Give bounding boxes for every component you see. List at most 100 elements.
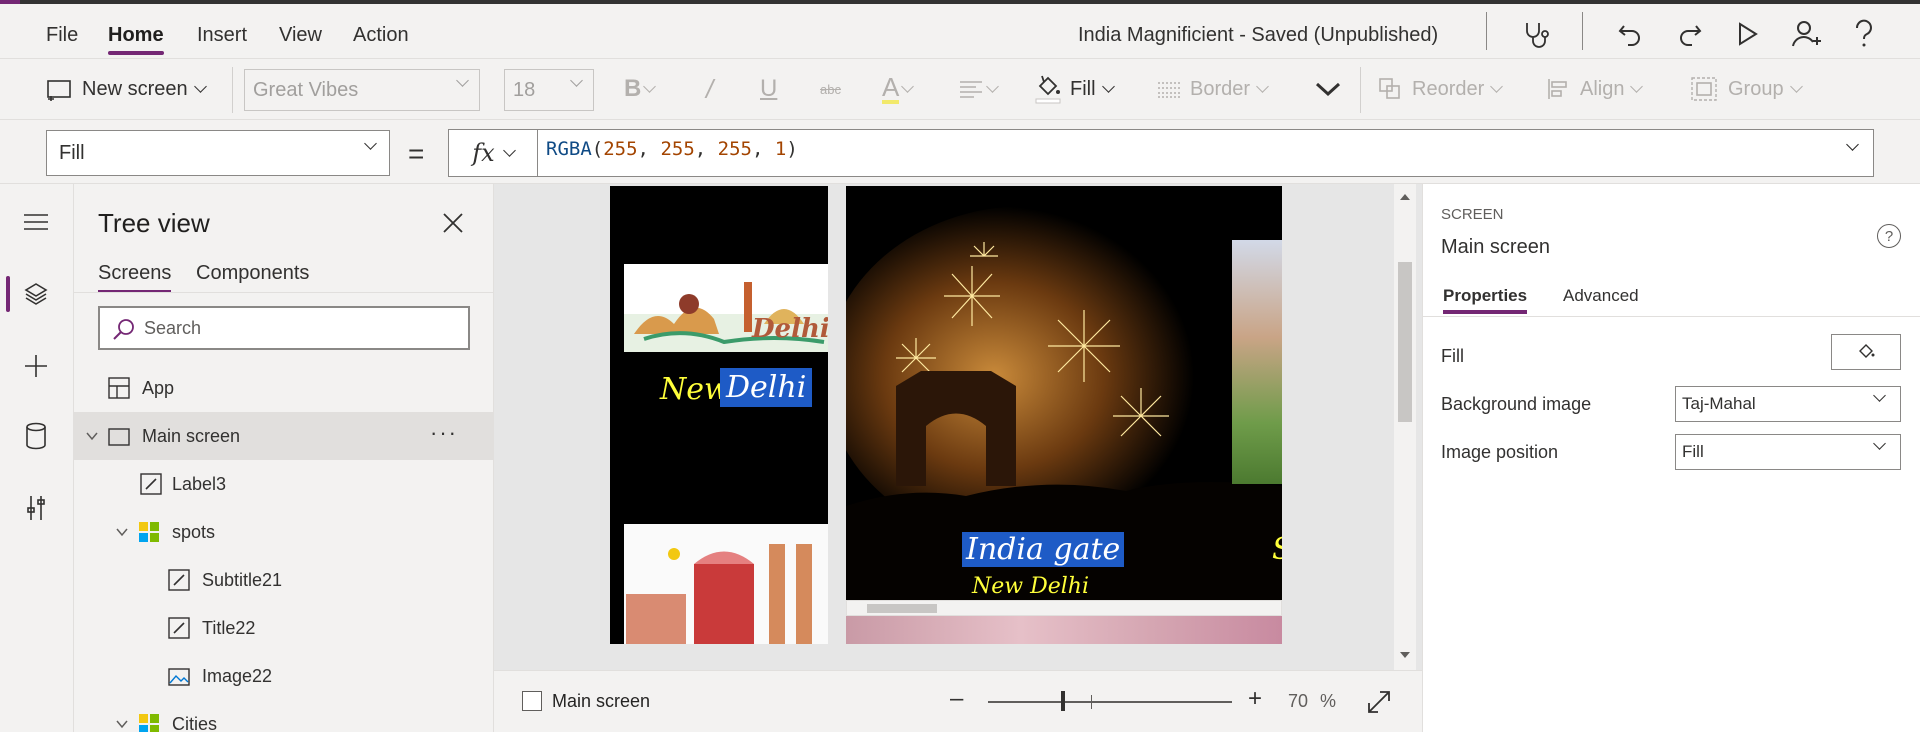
tab-properties[interactable]: Properties [1443,286,1528,314]
menu-file[interactable]: File [46,24,78,47]
font-size-select[interactable]: 18 [504,69,594,111]
expand-ribbon-button[interactable] [1314,59,1342,119]
chevron-down-icon [193,79,207,93]
scroll-down-icon[interactable] [1394,648,1416,662]
italic-button[interactable]: / [706,59,713,119]
font-size-value: 18 [513,78,536,101]
undo-icon[interactable] [1612,16,1648,52]
fill-button[interactable]: Fill [1034,59,1115,119]
caption-india-gate[interactable]: India gate [962,532,1125,567]
menu-action[interactable]: Action [353,24,409,47]
zoom-in-button[interactable]: + [1248,685,1262,713]
chevron-down-icon[interactable] [116,526,128,538]
tab-components[interactable]: Components [196,262,309,285]
taj-mahal-preview[interactable] [846,616,1282,644]
align-button[interactable]: Align [1546,59,1644,119]
formula-bar: Fill = fx RGBA(255, 255, 255, 1) [0,120,1920,184]
image-position-label: Image position [1441,442,1559,462]
scroll-up-icon[interactable] [1394,190,1416,204]
search-icon [113,319,134,340]
close-icon[interactable] [438,208,468,238]
help-icon[interactable] [1846,16,1882,52]
data-cylinder-icon[interactable] [16,416,56,456]
left-rail [0,184,74,732]
property-select[interactable]: Fill [46,130,390,176]
menu-home[interactable]: Home [108,24,164,55]
help-icon[interactable]: ? [1877,224,1901,248]
formula-arg: 255 [660,138,695,160]
divider [74,292,493,293]
formula-arg: 255 [717,138,752,160]
tab-screens[interactable]: Screens [98,262,172,293]
font-color-button[interactable]: A [882,59,915,119]
redo-icon[interactable] [1672,16,1708,52]
underline-icon: U [760,75,778,102]
reorder-button[interactable]: Reorder [1378,59,1504,119]
tree-node-cities[interactable]: Cities [74,700,493,732]
menu-insert[interactable]: Insert [197,24,247,47]
play-icon[interactable] [1730,16,1766,52]
align-icon [1548,79,1567,99]
group-button[interactable]: Group [1690,59,1803,119]
zoom-slider-track[interactable] [988,701,1232,703]
layers-icon[interactable] [16,274,56,314]
chevron-down-icon [986,79,999,93]
font-select[interactable]: Great Vibes [244,69,480,111]
app-icon [108,377,130,399]
city-label-delhi[interactable]: Delhi [720,368,813,407]
delhi-clipart-image[interactable]: Delhi [624,264,828,352]
tree-node-main-screen[interactable]: Main screen ··· [74,412,493,460]
text-align-button[interactable] [958,59,999,119]
chevron-down-icon [901,79,915,93]
zoom-out-button[interactable]: – [950,685,963,713]
paint-bucket-icon [1035,75,1061,104]
new-screen-button[interactable]: New screen [46,59,207,119]
share-user-icon[interactable] [1788,16,1824,52]
properties-panel: SCREEN Main screen ? Properties Advanced… [1422,184,1920,732]
underline-button[interactable]: U [760,59,777,119]
cities-gallery-preview[interactable]: Delhi New Delhi [610,186,828,644]
chevron-down-icon[interactable] [116,718,128,730]
chevron-down-icon[interactable] [86,430,98,442]
next-card-caption[interactable]: S [1272,532,1282,567]
tools-icon[interactable] [16,488,56,528]
fx-button[interactable]: fx [448,129,538,177]
image-position-dropdown[interactable]: Fill [1675,434,1901,470]
expand-formula-icon[interactable] [1846,138,1859,151]
tree-node-app[interactable]: App [74,364,493,412]
tree-node-label3[interactable]: Label3 [74,460,493,508]
tree-node-spots[interactable]: spots [74,508,493,556]
scrollbar-thumb[interactable] [867,604,937,613]
fill-color-picker[interactable] [1831,334,1901,370]
scrollbar-thumb[interactable] [1398,262,1412,422]
tree-node-title22[interactable]: Title22 [74,604,493,652]
app-checker-icon[interactable] [1518,16,1554,52]
mumbai-clipart-image[interactable] [624,524,828,644]
next-card-image[interactable] [1232,240,1282,484]
caption-new-delhi[interactable]: New Delhi [972,574,1089,599]
background-image-dropdown[interactable]: Taj-Mahal [1675,386,1901,422]
chevron-down-icon [1789,79,1803,93]
menu-view[interactable]: View [279,24,322,47]
tab-advanced[interactable]: Advanced [1563,286,1639,306]
strikethrough-button[interactable]: abc [820,59,841,119]
design-canvas[interactable]: Delhi New Delhi India gate New Delhi [494,184,1422,670]
tree-node-image22[interactable]: Image22 [74,652,493,700]
selected-name[interactable]: Main screen [1441,236,1550,259]
tree-node-subtitle21[interactable]: Subtitle21 [74,556,493,604]
hamburger-menu-icon[interactable] [16,202,56,242]
bold-button[interactable]: B [624,59,657,119]
formula-input[interactable]: RGBA(255, 255, 255, 1) [538,129,1874,177]
screen-selector-checkbox[interactable] [522,691,542,711]
more-options-icon[interactable]: ··· [430,420,458,446]
insert-plus-icon[interactable] [16,346,56,386]
canvas-vertical-scrollbar[interactable] [1394,184,1416,670]
search-input[interactable]: Search [98,306,470,350]
india-gate-gallery-preview[interactable]: India gate New Delhi S [846,186,1282,600]
zoom-slider-thumb[interactable] [1060,691,1065,711]
gallery-horizontal-scrollbar[interactable] [846,600,1282,616]
strikethrough-icon: abc [820,81,841,97]
bold-icon: B [624,75,642,102]
border-button[interactable]: Border [1156,59,1269,119]
fit-to-window-icon[interactable] [1366,689,1392,715]
